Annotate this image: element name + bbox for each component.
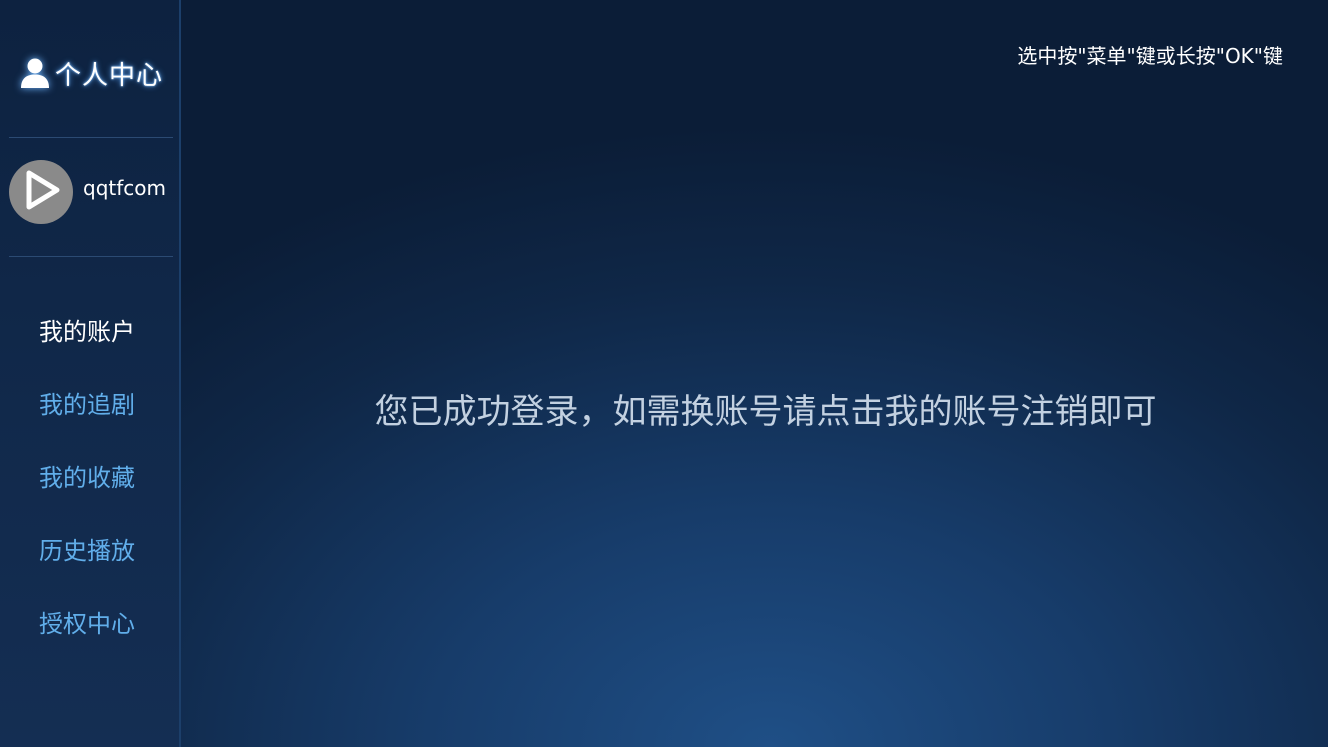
sidebar-item-history[interactable]: 历史播放 [39,531,135,566]
login-status-message: 您已成功登录，如需换账号请点击我的账号注销即可 [374,392,1157,432]
sidebar-item-my-account[interactable]: 我的账户 [39,312,135,347]
person-icon [18,56,52,90]
sidebar-item-my-series[interactable]: 我的追剧 [39,385,135,420]
sidebar-divider-bottom [9,256,173,257]
menu-hint: 选中按"菜单"键或长按"OK"键 [1017,44,1283,68]
avatar [9,160,73,224]
sidebar-item-my-favorites[interactable]: 我的收藏 [39,458,135,493]
play-logo-icon [19,168,63,216]
sidebar-header: 个人中心 [18,52,163,94]
sidebar-divider-top [9,137,173,138]
sidebar: 个人中心 qqtfcom 我的账户 我的追剧 我的收藏 历史播放 授权中心 [0,0,181,747]
sidebar-title: 个人中心 [55,60,164,91]
sidebar-item-authorization[interactable]: 授权中心 [39,604,135,639]
username: qqtfcom [83,176,166,200]
user-profile[interactable]: qqtfcom [9,160,166,224]
